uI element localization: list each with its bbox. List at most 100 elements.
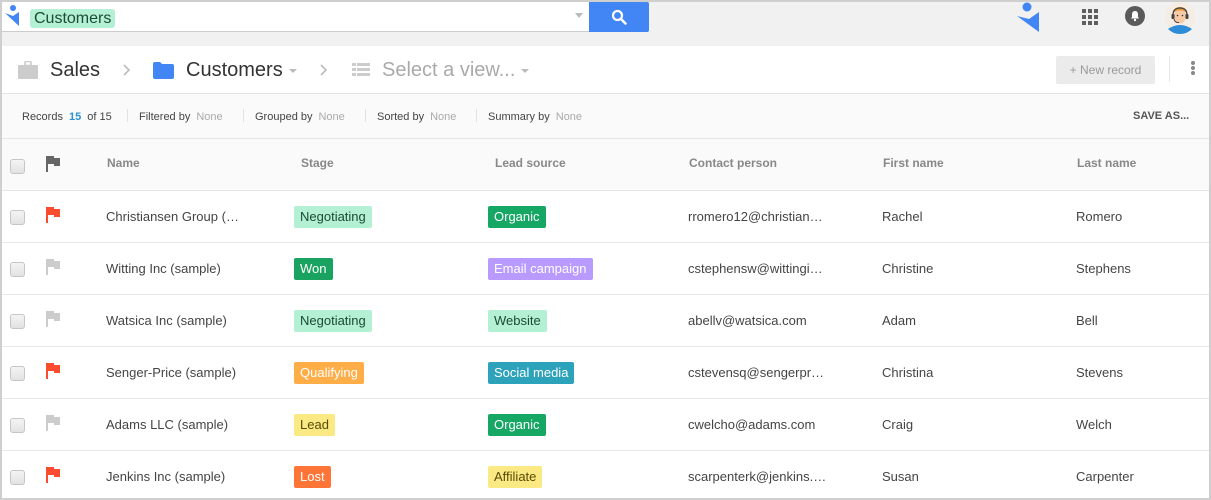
view-selector[interactable]: Select a view...: [352, 46, 530, 94]
cell-last-name: Carpenter: [1076, 469, 1134, 484]
sort-label: Sorted by: [377, 110, 425, 123]
sort-control[interactable]: Sorted by None: [377, 94, 456, 139]
lead-source-badge: Website: [488, 310, 547, 332]
summary-label: Summary by: [488, 110, 550, 123]
table-row[interactable]: Adams LLC (sample) Lead Organic cwelcho@ada…: [2, 399, 1209, 451]
view-selector-label: Select a view...: [382, 58, 516, 81]
column-header-contact-person[interactable]: Contact person: [689, 139, 777, 191]
user-avatar-icon[interactable]: [1165, 2, 1195, 34]
flag-icon[interactable]: [44, 155, 62, 173]
column-header-stage[interactable]: Stage: [301, 139, 334, 191]
row-checkbox[interactable]: [10, 418, 25, 433]
chevron-right-icon: [320, 64, 328, 76]
chevron-down-icon[interactable]: [521, 69, 530, 73]
cell-name[interactable]: Watsica Inc (sample): [106, 295, 227, 347]
apps-grid-icon[interactable]: [1082, 9, 1098, 25]
row-checkbox[interactable]: [10, 470, 25, 485]
flag-icon[interactable]: [44, 466, 62, 484]
breadcrumb-customers-label: Customers: [186, 58, 283, 81]
records-count: 15: [68, 110, 82, 123]
cell-last-name: Stevens: [1076, 365, 1123, 380]
filter-control[interactable]: Filtered by None: [139, 94, 223, 139]
summary-control[interactable]: Summary by None: [488, 94, 582, 139]
lead-source-badge: Organic: [488, 206, 546, 228]
cell-name[interactable]: Senger-Price (sample): [106, 347, 236, 399]
flag-icon[interactable]: [44, 414, 62, 432]
breadcrumb-sales-label: Sales: [50, 58, 101, 81]
lead-source-badge: Affiliate: [488, 466, 543, 488]
cell-first-name: Susan: [882, 469, 919, 484]
row-checkbox[interactable]: [10, 262, 25, 277]
cell-contact-person[interactable]: cwelcho@adams.com: [688, 399, 815, 451]
column-header-name[interactable]: Name: [107, 139, 140, 191]
cell-first-name: Christina: [882, 365, 934, 380]
list-view-icon: [352, 63, 370, 76]
cell-name[interactable]: Christiansen Group (…: [106, 191, 239, 243]
lead-source-badge: Social media: [488, 362, 575, 384]
table-row[interactable]: Senger-Price (sample) Qualifying Social me…: [2, 347, 1209, 399]
summary-bar: Records 15 of 15 Filtered by None Groupe…: [2, 94, 1209, 139]
summary-value: None: [555, 110, 583, 123]
search-chip[interactable]: Customers: [30, 9, 116, 28]
briefcase-icon: [18, 61, 38, 79]
search-icon: [611, 9, 627, 25]
divider: [1169, 56, 1170, 82]
cell-contact-person[interactable]: rromero12@christian…: [688, 191, 823, 243]
stage-badge: Lead: [294, 414, 335, 436]
search-input[interactable]: Customers: [2, 2, 589, 32]
stage-badge: Negotiating: [294, 206, 372, 228]
group-control[interactable]: Grouped by None: [255, 94, 345, 139]
cell-name[interactable]: Witting Inc (sample): [106, 243, 221, 295]
notifications-button[interactable]: [1125, 6, 1145, 26]
records-label: Records: [22, 110, 63, 123]
records-total: of 15: [87, 110, 112, 123]
cell-contact-person[interactable]: cstevensq@sengerpr…: [688, 347, 824, 399]
cell-name[interactable]: Jenkins Inc (sample): [106, 451, 225, 498]
table-row[interactable]: Christiansen Group (… Negotiating Organic r…: [2, 191, 1209, 243]
breadcrumb-customers[interactable]: Customers: [153, 46, 297, 94]
flag-icon[interactable]: [44, 310, 62, 328]
sort-value: None: [430, 110, 457, 123]
top-bar: Customers: [2, 2, 1209, 46]
row-checkbox[interactable]: [10, 314, 25, 329]
table-row[interactable]: Witting Inc (sample) Won Email campaign cst…: [2, 243, 1209, 295]
stage-badge: Qualifying: [294, 362, 364, 384]
cell-first-name: Craig: [882, 417, 914, 432]
stage-badge: Lost: [294, 466, 331, 488]
table-header: Name Stage Lead source Contact person Fi…: [2, 139, 1209, 191]
more-vertical-icon[interactable]: [1190, 61, 1196, 79]
brand-logo-icon[interactable]: [1016, 2, 1044, 32]
row-checkbox[interactable]: [10, 210, 25, 225]
row-checkbox[interactable]: [10, 366, 25, 381]
lead-source-badge: Organic: [488, 414, 546, 436]
save-as-button[interactable]: SAVE AS...: [1133, 94, 1189, 139]
column-header-lead-source[interactable]: Lead source: [495, 139, 566, 191]
breadcrumb-sales[interactable]: Sales: [18, 46, 100, 94]
chevron-right-icon: [123, 64, 131, 76]
cell-name[interactable]: Adams LLC (sample): [106, 399, 228, 451]
bell-icon: [1131, 11, 1139, 22]
divider: [365, 109, 366, 122]
column-header-first-name[interactable]: First name: [883, 139, 944, 191]
divider: [476, 109, 477, 122]
cell-first-name: Adam: [882, 313, 916, 328]
chevron-down-icon[interactable]: [288, 69, 297, 73]
select-all-checkbox[interactable]: [10, 159, 25, 174]
flag-icon[interactable]: [44, 206, 62, 224]
cell-contact-person[interactable]: cstephensw@wittingi…: [688, 243, 823, 295]
filter-value: None: [196, 110, 223, 123]
cell-contact-person[interactable]: abellv@watsica.com: [688, 295, 807, 347]
records-summary: Records 15 of 15: [22, 94, 112, 139]
cell-contact-person[interactable]: scarpenterk@jenkins.…: [688, 451, 826, 498]
flag-icon[interactable]: [44, 258, 62, 276]
search-dropdown-icon[interactable]: [575, 13, 583, 18]
flag-icon[interactable]: [44, 362, 62, 380]
column-header-last-name[interactable]: Last name: [1077, 139, 1136, 191]
stage-badge: Negotiating: [294, 310, 372, 332]
new-record-button[interactable]: + New record: [1056, 56, 1155, 84]
group-label: Grouped by: [255, 110, 313, 123]
search-button[interactable]: [589, 2, 649, 32]
table-row[interactable]: Watsica Inc (sample) Negotiating Website ab…: [2, 295, 1209, 347]
table-row[interactable]: Jenkins Inc (sample) Lost Affiliate scarpen…: [2, 451, 1209, 498]
cell-first-name: Rachel: [882, 209, 923, 224]
